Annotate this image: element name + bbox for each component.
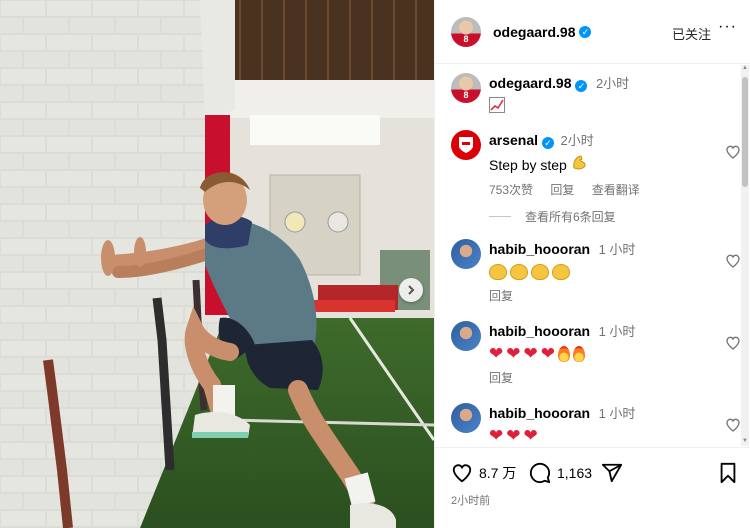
next-photo-button[interactable]: [399, 278, 423, 302]
comment-username[interactable]: habib_hoooran: [489, 405, 590, 421]
author-username[interactable]: odegaard.98: [493, 24, 575, 40]
comment-username[interactable]: arsenal: [489, 132, 538, 148]
avatar[interactable]: 8: [451, 16, 481, 47]
jersey-number: 8: [463, 33, 469, 44]
comment-item: arsenal ✓ 2小时 Step by step 753次赞 回复 查看翻译: [451, 130, 741, 200]
comment-username[interactable]: habib_hoooran: [489, 241, 590, 257]
save-button[interactable]: [718, 462, 738, 484]
avatar[interactable]: [451, 239, 481, 269]
avatar[interactable]: [451, 403, 481, 433]
more-options-button[interactable]: ···: [718, 18, 737, 36]
post-side-panel: 8 odegaard.98 ✓ 已关注 ··· 8 odegaard.98 ✓ 2…: [434, 0, 750, 528]
bookmark-icon: [720, 462, 736, 484]
clapping-hands-icon: [552, 264, 570, 280]
caption-time: 2小时: [595, 76, 630, 91]
comment-button[interactable]: 1,163: [529, 462, 592, 484]
reply-button[interactable]: 回复: [550, 183, 574, 197]
verified-badge-icon: ✓: [579, 25, 592, 38]
following-button[interactable]: 已关注: [672, 24, 711, 43]
verified-badge-icon: ✓: [542, 137, 555, 149]
comments-list[interactable]: 8 odegaard.98 ✓ 2小时 arsenal ✓ 2小时 Step b…: [435, 65, 750, 446]
comment-item: habib_hoooran 1 小时 回复: [451, 239, 741, 305]
verified-badge-icon: ✓: [575, 80, 588, 92]
comment-time: 1 小时: [598, 406, 636, 421]
clapping-hands-icon: [510, 264, 528, 280]
jersey-number: 8: [463, 90, 469, 100]
like-comment-heart-icon[interactable]: [725, 253, 741, 269]
red-heart-icon: ❤: [523, 344, 538, 363]
comments-scrollbar[interactable]: ▲ ▼: [741, 65, 749, 446]
heart-icon: [452, 464, 472, 483]
post-caption: 8 odegaard.98 ✓ 2小时: [451, 73, 741, 113]
comment-like-count[interactable]: 753次赞: [489, 183, 533, 197]
like-button[interactable]: 8.7 万: [451, 462, 516, 484]
comment-time: 1 小时: [598, 324, 636, 339]
comment-username[interactable]: habib_hoooran: [489, 323, 590, 339]
comment-bubble-icon: [529, 462, 551, 484]
clapping-hands-icon: [531, 264, 549, 280]
post-timestamp: 2小时前: [451, 495, 491, 507]
scroll-up-arrow-icon[interactable]: ▲: [741, 65, 749, 73]
avatar[interactable]: 8: [451, 73, 481, 103]
reply-button[interactable]: 回复: [489, 289, 513, 303]
divider-line: [489, 216, 511, 217]
like-comment-heart-icon[interactable]: [725, 417, 741, 433]
avatar[interactable]: [451, 130, 481, 160]
comment-time: 1 小时: [598, 242, 636, 257]
comment-item: habib_hoooran 1 小时 ❤ ❤ ❤ ❤ 回复: [451, 321, 741, 387]
send-paper-plane-icon: [601, 463, 623, 483]
chevron-right-icon: [408, 285, 415, 295]
comment-item: habib_hoooran 1 小时 ❤ ❤ ❤: [451, 403, 741, 446]
reply-button[interactable]: 回复: [489, 371, 513, 385]
red-heart-icon: ❤: [540, 344, 555, 363]
arsenal-crest-icon: [459, 137, 473, 153]
red-heart-icon: ❤: [506, 344, 521, 363]
red-heart-icon: ❤: [506, 426, 521, 445]
clapping-hands-icon: [489, 264, 507, 280]
share-button[interactable]: [601, 462, 623, 484]
comment-time: 2小时: [560, 133, 594, 148]
scroll-down-arrow-icon[interactable]: ▼: [741, 438, 749, 446]
post-header: 8 odegaard.98 ✓ 已关注 ···: [435, 0, 750, 64]
gym-stretch-photo: [0, 0, 434, 528]
red-heart-icon: ❤: [489, 426, 504, 445]
fire-icon: [573, 346, 585, 362]
avatar[interactable]: [451, 321, 481, 351]
comment-text: Step by step: [489, 157, 567, 173]
flexed-biceps-icon: [571, 155, 587, 173]
view-replies-label: 查看所有6条回复: [525, 210, 616, 224]
scrollbar-thumb[interactable]: [742, 77, 748, 187]
red-heart-icon: ❤: [523, 426, 538, 445]
fire-icon: [558, 346, 570, 362]
like-comment-heart-icon[interactable]: [725, 144, 741, 160]
chart-emoji-icon: [489, 97, 505, 113]
caption-username[interactable]: odegaard.98: [489, 75, 571, 91]
red-heart-icon: ❤: [489, 344, 504, 363]
post-photo: [0, 0, 434, 528]
view-all-replies-button[interactable]: 查看所有6条回复: [489, 208, 616, 225]
post-actions-bar: 8.7 万 1,163 2小时前: [435, 447, 750, 528]
see-translation-button[interactable]: 查看翻译: [592, 183, 640, 197]
comment-count: 1,163: [557, 465, 593, 481]
like-comment-heart-icon[interactable]: [725, 335, 741, 351]
like-count: 8.7 万: [479, 465, 517, 481]
